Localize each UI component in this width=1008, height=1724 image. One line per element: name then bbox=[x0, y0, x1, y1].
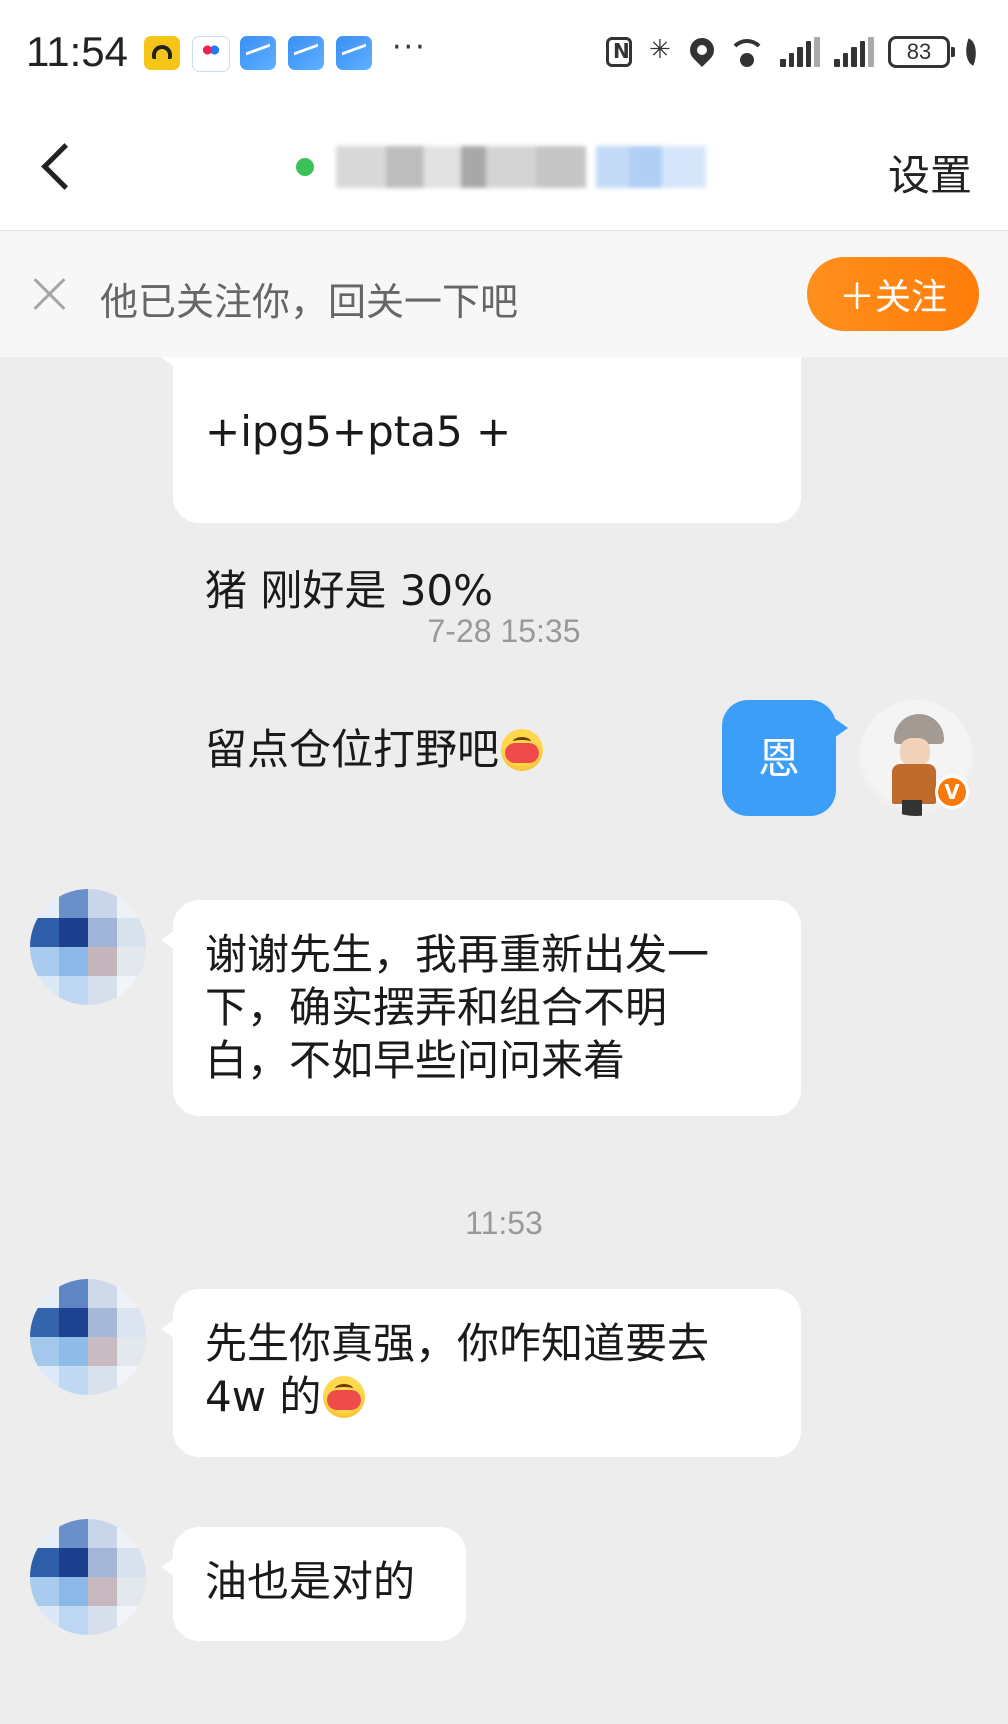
chart-app-icon bbox=[240, 36, 276, 70]
blurred-username-tag bbox=[596, 146, 706, 188]
chart-app-icon bbox=[288, 36, 324, 70]
message-bubble[interactable]: 油也是对的 bbox=[161, 1527, 466, 1641]
message-text: 先生你真强，你咋知道要去 4w 的 bbox=[205, 1319, 710, 1421]
flow-app-icon bbox=[192, 36, 230, 72]
message-text-line: 留点仓位打野吧 bbox=[205, 723, 769, 776]
status-bar: 11:54 ··· 83 bbox=[0, 0, 1008, 100]
hugging-face-emoji-icon bbox=[501, 729, 544, 771]
contact-avatar[interactable] bbox=[30, 889, 146, 1005]
chart-app-icon bbox=[336, 36, 372, 70]
online-status-dot bbox=[296, 158, 314, 176]
contact-avatar[interactable] bbox=[30, 1519, 146, 1635]
chat-header: 设置 bbox=[0, 100, 1008, 231]
message-timestamp: 7-28 15:35 bbox=[427, 613, 581, 649]
contact-avatar[interactable] bbox=[30, 1279, 146, 1395]
battery-icon: 83 bbox=[888, 36, 955, 68]
more-notifications-icon: ··· bbox=[392, 30, 427, 65]
power-saving-leaf-icon bbox=[960, 38, 982, 66]
message-bubble[interactable]: +ipg5+pta5 + 猪 刚好是 30% 留点仓位打野吧 bbox=[161, 357, 801, 774]
follow-back-banner: 他已关注你，回关一下吧 ＋关注 bbox=[0, 231, 1008, 357]
bluetooth-icon bbox=[646, 35, 676, 69]
message-bubble-self[interactable]: 恩 bbox=[722, 700, 848, 816]
settings-button[interactable]: 设置 bbox=[888, 142, 972, 203]
signal-icon bbox=[834, 37, 874, 67]
wifi-icon bbox=[728, 37, 766, 67]
location-icon bbox=[685, 33, 719, 67]
follow-button[interactable]: ＋关注 bbox=[807, 257, 979, 331]
hugging-face-emoji-icon bbox=[323, 1376, 366, 1418]
close-icon[interactable] bbox=[32, 275, 68, 311]
back-button[interactable] bbox=[30, 136, 90, 196]
status-time: 11:54 bbox=[26, 28, 128, 75]
message-text-line: 猪 刚好是 30% bbox=[205, 566, 494, 615]
message-bubble[interactable]: 先生你真强，你咋知道要去 4w 的 bbox=[161, 1289, 801, 1457]
taxi-app-icon bbox=[144, 36, 180, 70]
nfc-icon bbox=[606, 37, 632, 67]
message-list[interactable]: +ipg5+pta5 + 猪 刚好是 30% 留点仓位打野吧 7-28 15:3… bbox=[0, 357, 1008, 1724]
signal-icon bbox=[780, 37, 820, 67]
chat-title bbox=[280, 138, 730, 188]
message-text-line: +ipg5+pta5 + bbox=[205, 407, 512, 456]
verified-badge-icon: V bbox=[935, 775, 969, 809]
follow-back-text: 他已关注你，回关一下吧 bbox=[100, 280, 519, 324]
status-indicators: 83 bbox=[606, 32, 982, 72]
blurred-username bbox=[336, 146, 586, 188]
message-bubble[interactable]: 谢谢先生，我再重新出发一 下，确实摆弄和组合不明 白，不如早些问问来着 bbox=[161, 900, 801, 1116]
message-timestamp: 11:53 bbox=[465, 1205, 543, 1241]
